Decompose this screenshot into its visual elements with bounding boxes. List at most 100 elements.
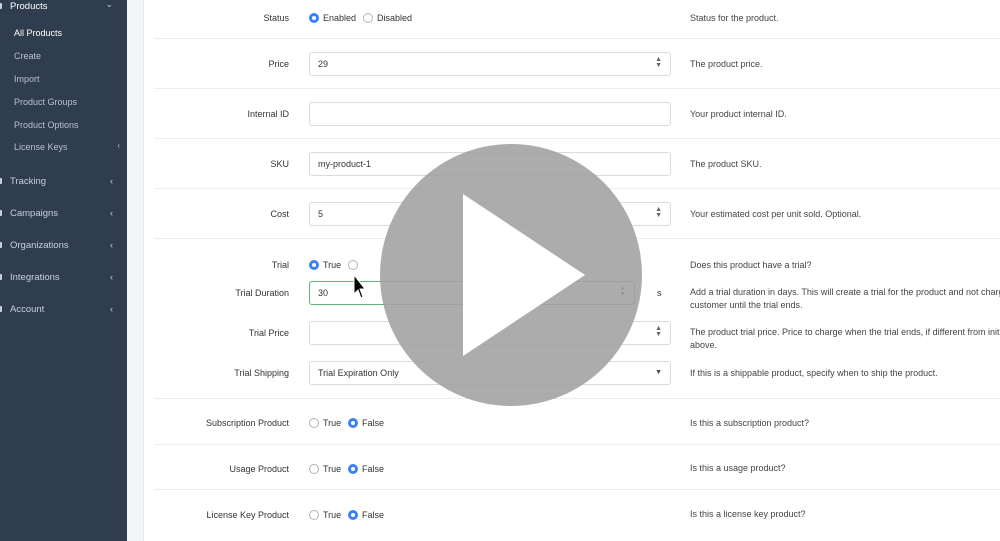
subscription-false-radio[interactable] <box>348 418 358 428</box>
chevron-left-icon: ‹ <box>110 304 113 314</box>
video-play-button[interactable] <box>380 144 642 406</box>
license-key-true-radio[interactable] <box>309 510 319 520</box>
status-label: Status <box>263 13 289 23</box>
integrations-icon <box>0 274 2 280</box>
sidebar-section-organizations[interactable]: Organizations ‹ <box>0 233 127 257</box>
trial-duration-unit: s <box>657 288 662 298</box>
sidebar-section-label: Account <box>10 303 45 315</box>
cost-value: 5 <box>318 209 324 219</box>
subscription-help: Is this a subscription product? <box>690 418 810 428</box>
sidebar-section-integrations[interactable]: Integrations ‹ <box>0 265 127 289</box>
sidebar-section-label: Organizations <box>10 239 69 251</box>
license-key-help: Is this a license key product? <box>690 509 806 519</box>
usage-true-label: True <box>323 464 342 474</box>
sidebar-section-products[interactable]: Products ⌄ <box>0 0 127 18</box>
sidebar-section-label: Products <box>10 0 48 12</box>
sidebar-item-create[interactable]: Create <box>14 51 41 61</box>
trial-shipping-value: Trial Expiration Only <box>318 368 399 378</box>
divider <box>154 489 1000 490</box>
cost-help: Your estimated cost per unit sold. Optio… <box>690 209 862 219</box>
license-key-label: License Key Product <box>206 510 289 520</box>
price-help: The product price. <box>690 59 763 69</box>
sku-value: my-product-1 <box>318 159 372 169</box>
divider <box>154 38 1000 39</box>
trial-shipping-label: Trial Shipping <box>234 368 289 378</box>
license-key-false-radio[interactable] <box>348 510 358 520</box>
subscription-true-label: True <box>323 418 342 428</box>
play-icon <box>463 194 585 356</box>
chevron-left-icon: ‹ <box>117 141 120 150</box>
sidebar-item-license-keys[interactable]: License Keys <box>14 142 68 152</box>
price-value: 29 <box>318 59 329 69</box>
sidebar-item-all-products[interactable]: All Products <box>14 28 62 38</box>
divider <box>154 138 1000 139</box>
internal-id-input[interactable] <box>309 102 671 126</box>
subscription-false-label: False <box>362 418 385 428</box>
subscription-label: Subscription Product <box>205 418 289 428</box>
chevron-left-icon: ‹ <box>110 240 113 250</box>
sidebar-section-label: Integrations <box>10 271 60 283</box>
price-label: Price <box>268 59 289 69</box>
trial-label: Trial <box>271 260 289 270</box>
status-enabled-radio[interactable] <box>309 13 319 23</box>
internal-id-label: Internal ID <box>247 109 289 119</box>
trial-help: Does this product have a trial? <box>690 260 812 270</box>
divider <box>154 88 1000 89</box>
chevron-left-icon: ‹ <box>110 176 113 186</box>
license-key-true-label: True <box>323 510 342 520</box>
stepper-icon[interactable]: ▲▼ <box>655 325 662 338</box>
cost-label: Cost <box>270 209 289 219</box>
trial-true-label: True <box>323 260 342 270</box>
usage-true-radio[interactable] <box>309 464 319 474</box>
status-enabled-label: Enabled <box>323 13 357 23</box>
help-line: The product trial price. Price to charge… <box>690 327 1000 337</box>
help-line: customer until the trial ends. <box>690 300 803 310</box>
trial-price-help: The product trial price. Price to charge… <box>690 326 1000 352</box>
status-help: Status for the product. <box>690 13 779 23</box>
trial-true-radio[interactable] <box>309 260 319 270</box>
campaigns-icon <box>0 210 2 216</box>
sidebar-section-account[interactable]: Account ‹ <box>0 297 127 321</box>
sidebar: Products ⌄ All Products Create Import Pr… <box>0 0 127 541</box>
caret-down-icon: ▼ <box>655 369 662 376</box>
sidebar-item-import[interactable]: Import <box>14 74 40 84</box>
status-disabled-label: Disabled <box>377 13 413 23</box>
sidebar-section-tracking[interactable]: Tracking ‹ <box>0 169 127 193</box>
help-line: above. <box>690 340 718 350</box>
products-icon <box>0 3 2 9</box>
tracking-icon <box>0 178 2 184</box>
sku-help: The product SKU. <box>690 159 762 169</box>
subscription-true-radio[interactable] <box>309 418 319 428</box>
status-disabled-radio[interactable] <box>363 13 373 23</box>
stepper-icon[interactable]: ▲▼ <box>655 56 662 69</box>
usage-help: Is this a usage product? <box>690 463 786 473</box>
organizations-icon <box>0 242 2 248</box>
chevron-left-icon: ‹ <box>110 208 113 218</box>
trial-shipping-help: If this is a shippable product, specify … <box>690 368 938 378</box>
usage-label: Usage Product <box>229 464 289 474</box>
internal-id-help: Your product internal ID. <box>690 109 787 119</box>
account-icon <box>0 306 2 312</box>
trial-duration-value: 30 <box>318 288 329 298</box>
divider <box>154 444 1000 445</box>
chevron-down-icon: ⌄ <box>105 0 113 9</box>
sidebar-item-product-groups[interactable]: Product Groups <box>14 97 77 107</box>
sidebar-section-label: Campaigns <box>10 207 59 219</box>
sidebar-section-campaigns[interactable]: Campaigns ‹ <box>0 201 127 225</box>
price-input[interactable]: 29 ▲ ▼ <box>309 52 671 76</box>
trial-false-radio[interactable] <box>348 260 358 270</box>
usage-false-label: False <box>362 464 385 474</box>
divider <box>154 398 1000 399</box>
stepper-icon[interactable]: ▲▼ <box>655 206 662 219</box>
trial-duration-help: Add a trial duration in days. This will … <box>690 286 1000 312</box>
sku-label: SKU <box>270 159 289 169</box>
help-line: Add a trial duration in days. This will … <box>690 287 1000 297</box>
chevron-left-icon: ‹ <box>110 272 113 282</box>
sidebar-item-product-options[interactable]: Product Options <box>14 120 79 130</box>
mouse-cursor-icon <box>353 274 365 299</box>
trial-price-label: Trial Price <box>248 328 289 338</box>
trial-duration-label: Trial Duration <box>235 288 289 298</box>
sidebar-section-label: Tracking <box>10 175 47 187</box>
usage-false-radio[interactable] <box>348 464 358 474</box>
license-key-false-label: False <box>362 510 385 520</box>
